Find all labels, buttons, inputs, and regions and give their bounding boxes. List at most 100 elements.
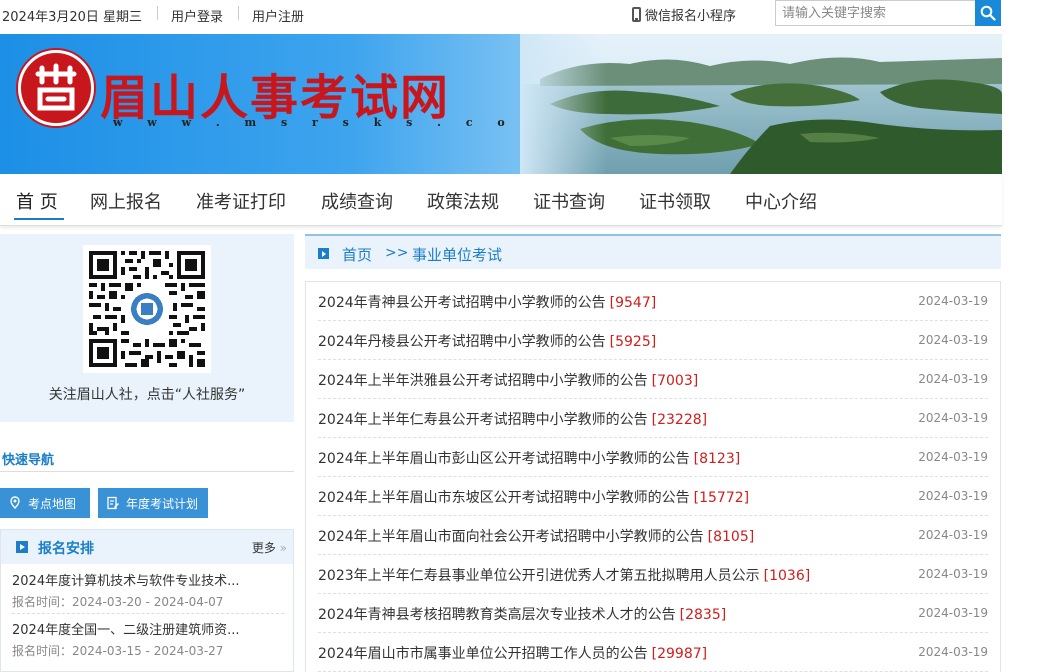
announcement-title[interactable]: 2023年上半年仁寿县事业单位公开引进优秀人才第五批拟聘用人员公示 xyxy=(318,568,760,584)
view-count: [1036] xyxy=(763,568,811,584)
nav-home[interactable]: 首 页 xyxy=(16,188,58,214)
wechat-miniprogram-link[interactable]: 微信报名小程序 xyxy=(632,5,736,24)
qr-caption: 关注眉山人社，点击“人社服务” xyxy=(48,387,246,403)
phone-icon xyxy=(632,7,641,22)
list-item-title[interactable]: 2024年度全国一、二级注册建筑师资... xyxy=(12,619,286,638)
current-date: 2024年3月20日 星期三 xyxy=(2,10,143,25)
search-icon xyxy=(980,5,996,21)
nav-admission-ticket[interactable]: 准考证打印 xyxy=(196,188,286,214)
announcement-title[interactable]: 2024年眉山市市属事业单位公开招聘工作人员的公告 xyxy=(318,646,648,662)
wechat-qr-code-icon xyxy=(83,245,211,373)
announcement-title[interactable]: 2024年上半年眉山市彭山区公开考试招聘中小学教师的公告 xyxy=(318,451,690,467)
view-count: [7003] xyxy=(651,373,699,389)
announcement-title[interactable]: 2024年上半年仁寿县公开考试招聘中小学教师的公告 xyxy=(318,412,648,428)
divider xyxy=(12,613,284,614)
announcement-title[interactable]: 2024年青神县考核招聘教育类高层次专业技术人才的公告 xyxy=(318,607,676,623)
site-banner: 眉山人事考试网 w w w . m s r s k s . c o m . c … xyxy=(0,34,1002,174)
panel-header: 报名安排 更多 » xyxy=(1,530,293,564)
table-row[interactable]: 2024年上半年眉山市面向社会公开考试招聘中小学教师的公告 [8105] 2024… xyxy=(318,516,988,555)
announcement-link[interactable]: 2023年上半年仁寿县事业单位公开引进优秀人才第五批拟聘用人员公示 [1036] xyxy=(318,565,810,585)
announcement-date: 2024-03-19 xyxy=(918,450,988,464)
qr-card: 关注眉山人社，点击“人社服务” xyxy=(0,234,294,422)
announcement-title[interactable]: 2024年上半年眉山市东坡区公开考试招聘中小学教师的公告 xyxy=(318,490,690,506)
annual-exam-plan-label: 年度考试计划 xyxy=(126,496,199,511)
list-item-title[interactable]: 2024年度计算机技术与软件专业技术... xyxy=(12,570,286,589)
announcement-link[interactable]: 2024年上半年眉山市面向社会公开考试招聘中小学教师的公告 [8105] xyxy=(318,526,754,546)
login-link[interactable]: 用户登录 xyxy=(171,6,223,25)
announcement-date: 2024-03-19 xyxy=(918,567,988,581)
table-row[interactable]: 2024年上半年眉山市彭山区公开考试招聘中小学教师的公告 [8123] 2024-… xyxy=(318,438,988,477)
divider xyxy=(0,471,294,472)
site-logo-icon[interactable] xyxy=(18,50,94,126)
announcement-link[interactable]: 2024年上半年仁寿县公开考试招聘中小学教师的公告 [23228] xyxy=(318,409,707,429)
search-input[interactable] xyxy=(776,1,975,25)
announcement-link[interactable]: 2024年青神县公开考试招聘中小学教师的公告 [9547] xyxy=(318,292,656,312)
announcement-link[interactable]: 2024年眉山市市属事业单位公开招聘工作人员的公告 [29987] xyxy=(318,643,707,663)
annual-exam-plan-button[interactable]: 年度考试计划 xyxy=(98,488,208,518)
list-item-time: 报名时间：2024-03-20 - 2024-04-07 xyxy=(12,595,224,609)
table-row[interactable]: 2024年青神县公开考试招聘中小学教师的公告 [9547] 2024-03-19 xyxy=(318,282,988,321)
double-chevron-right-icon: » xyxy=(275,541,287,555)
document-edit-icon xyxy=(107,496,119,510)
breadcrumb-current[interactable]: 事业单位考试 xyxy=(412,244,502,265)
announcement-date: 2024-03-19 xyxy=(918,645,988,659)
announcement-link[interactable]: 2024年上半年眉山市彭山区公开考试招聘中小学教师的公告 [8123] xyxy=(318,448,740,468)
announcement-date: 2024-03-19 xyxy=(918,411,988,425)
announcement-list: 2024年青神县公开考试招聘中小学教师的公告 [9547] 2024-03-19 … xyxy=(305,281,1001,672)
breadcrumb-home[interactable]: 首页 xyxy=(342,244,372,265)
view-count: [15772] xyxy=(693,490,750,506)
breadcrumb-separator: >> xyxy=(385,245,409,261)
nav-online-registration[interactable]: 网上报名 xyxy=(90,188,162,214)
view-count: [29987] xyxy=(651,646,708,662)
more-link[interactable]: 更多 » xyxy=(252,539,287,556)
register-link[interactable]: 用户注册 xyxy=(252,6,304,25)
table-row[interactable]: 2024年眉山市市属事业单位公开招聘工作人员的公告 [29987] 2024-03… xyxy=(318,633,988,672)
exam-site-map-label: 考点地图 xyxy=(28,496,77,511)
view-count: [23228] xyxy=(651,412,708,428)
announcement-date: 2024-03-19 xyxy=(918,294,988,308)
table-row[interactable]: 2024年丹棱县公开考试招聘中小学教师的公告 [5925] 2024-03-19 xyxy=(318,321,988,360)
list-item-time: 报名时间：2024-03-15 - 2024-03-27 xyxy=(12,644,224,658)
announcement-date: 2024-03-19 xyxy=(918,528,988,542)
announcement-link[interactable]: 2024年丹棱县公开考试招聘中小学教师的公告 [5925] xyxy=(318,331,656,351)
announcement-title[interactable]: 2024年上半年洪雅县公开考试招聘中小学教师的公告 xyxy=(318,373,648,389)
quick-nav-title: 快速导航 xyxy=(2,453,55,468)
announcement-date: 2024-03-19 xyxy=(918,489,988,503)
lake-landscape-image xyxy=(520,34,1002,174)
announcement-link[interactable]: 2024年青神县考核招聘教育类高层次专业技术人才的公告 [2835] xyxy=(318,604,726,624)
announcement-link[interactable]: 2024年上半年洪雅县公开考试招聘中小学教师的公告 [7003] xyxy=(318,370,698,390)
top-bar: 2024年3月20日 星期三 用户登录 用户注册 微信报名小程序 xyxy=(0,0,1042,30)
announcement-title[interactable]: 2024年丹棱县公开考试招聘中小学教师的公告 xyxy=(318,334,606,350)
view-count: [8123] xyxy=(693,451,741,467)
announcement-title[interactable]: 2024年上半年眉山市面向社会公开考试招聘中小学教师的公告 xyxy=(318,529,704,545)
nav-score-query[interactable]: 成绩查询 xyxy=(321,188,393,214)
nav-about-center[interactable]: 中心介绍 xyxy=(745,188,817,214)
announcement-title[interactable]: 2024年青神县公开考试招聘中小学教师的公告 xyxy=(318,295,606,311)
search-box xyxy=(775,0,1001,26)
more-label: 更多 xyxy=(251,541,276,555)
announcement-date: 2024-03-19 xyxy=(918,372,988,386)
announcement-link[interactable]: 2024年上半年眉山市东坡区公开考试招聘中小学教师的公告 [15772] xyxy=(318,487,749,507)
view-count: [2835] xyxy=(679,607,727,623)
map-pin-icon xyxy=(10,496,20,510)
main-nav: 首 页 网上报名 准考证打印 成绩查询 政策法规 证书查询 证书领取 中心介绍 xyxy=(0,174,1002,226)
view-count: [8105] xyxy=(707,529,755,545)
breadcrumb: 首页 >> 事业单位考试 xyxy=(305,234,1001,269)
view-count: [9547] xyxy=(609,295,657,311)
wechat-label: 微信报名小程序 xyxy=(645,9,737,24)
exam-site-map-button[interactable]: 考点地图 xyxy=(0,488,90,518)
view-count: [5925] xyxy=(609,334,657,350)
list-item[interactable]: 2024年度计算机技术与软件专业技术... 报名时间：2024-03-20 - … xyxy=(12,570,286,610)
table-row[interactable]: 2024年上半年仁寿县公开考试招聘中小学教师的公告 [23228] 2024-03… xyxy=(318,399,988,438)
table-row[interactable]: 2024年青神县考核招聘教育类高层次专业技术人才的公告 [2835] 2024-0… xyxy=(318,594,988,633)
divider xyxy=(238,6,239,20)
nav-certificate-pickup[interactable]: 证书领取 xyxy=(639,188,711,214)
table-row[interactable]: 2024年上半年眉山市东坡区公开考试招聘中小学教师的公告 [15772] 2024… xyxy=(318,477,988,516)
table-row[interactable]: 2024年上半年洪雅县公开考试招聘中小学教师的公告 [7003] 2024-03-… xyxy=(318,360,988,399)
list-item[interactable]: 2024年度全国一、二级注册建筑师资... 报名时间：2024-03-15 - … xyxy=(12,619,286,659)
search-button[interactable] xyxy=(975,0,1001,26)
announcement-date: 2024-03-19 xyxy=(918,606,988,620)
nav-policies[interactable]: 政策法规 xyxy=(427,188,499,214)
table-row[interactable]: 2023年上半年仁寿县事业单位公开引进优秀人才第五批拟聘用人员公示 [1036] … xyxy=(318,555,988,594)
nav-certificate-query[interactable]: 证书查询 xyxy=(533,188,605,214)
